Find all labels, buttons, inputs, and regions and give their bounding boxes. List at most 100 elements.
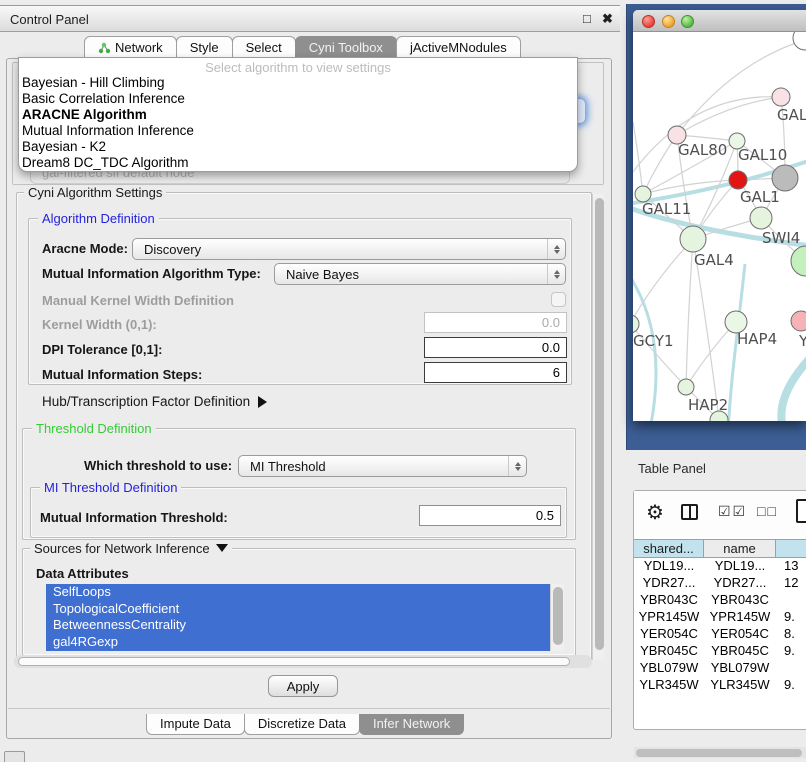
table-cell: YBL079W <box>634 660 704 677</box>
algorithm-option-basic-correlation-inference[interactable]: Basic Correlation Inference <box>19 91 577 107</box>
minimize-traffic-light[interactable] <box>662 15 675 28</box>
tab-jactivemnodules[interactable]: jActiveMNodules <box>396 36 521 59</box>
tab-impute-data[interactable]: Impute Data <box>146 714 245 735</box>
float-window-icon[interactable]: □ <box>583 11 591 26</box>
table-row[interactable]: YBR043CYBR043C <box>634 592 806 609</box>
manual-kernel-checkbox[interactable] <box>551 292 566 307</box>
algorithm-option-mutual-information-inference[interactable]: Mutual Information Inference <box>19 123 577 139</box>
network-node[interactable] <box>678 379 694 395</box>
spinner-arrows-icon <box>547 264 565 284</box>
panel-divider <box>8 708 610 709</box>
tab-select[interactable]: Select <box>232 36 296 59</box>
node-label-gal80: GAL80 <box>678 141 727 159</box>
attribute-item-selfloops[interactable]: SelfLoops <box>46 584 564 601</box>
tab-label: Infer Network <box>373 716 450 731</box>
node-label-y: Y <box>798 332 806 350</box>
network-node[interactable] <box>633 315 639 333</box>
dock-mini-button[interactable] <box>4 751 25 762</box>
table-row[interactable]: YER054CYER054C8. <box>634 626 806 643</box>
tab-discretize-data[interactable]: Discretize Data <box>244 714 360 735</box>
tab-cyni-toolbox[interactable]: Cyni Toolbox <box>295 36 397 59</box>
network-window-titlebar[interactable] <box>633 10 806 32</box>
table-row[interactable]: YDL19...YDL19...13 <box>634 558 806 575</box>
algorithm-option-dream8-dc-tdc-algorithm[interactable]: Dream8 DC_TDC Algorithm <box>19 155 577 171</box>
mi-threshold-field[interactable]: 0.5 <box>419 505 561 526</box>
document-icon[interactable] <box>796 499 806 523</box>
network-node[interactable] <box>750 207 772 229</box>
deselect-all-checkboxes-icon[interactable]: □□ <box>757 503 778 519</box>
tab-label: Discretize Data <box>258 716 346 731</box>
kernel-width-field[interactable]: 0.0 <box>424 312 567 333</box>
table-cell: YDL19... <box>704 558 776 575</box>
attributes-scroll-thumb[interactable] <box>553 587 563 645</box>
close-traffic-light[interactable] <box>642 15 655 28</box>
column-header-name[interactable]: name <box>704 539 776 558</box>
table-row[interactable]: YDR27...YDR27...12 <box>634 575 806 592</box>
column-header-col2[interactable] <box>776 539 806 558</box>
node-label-gal11: GAL11 <box>642 200 691 218</box>
kernel-width-label: Kernel Width (0,1): <box>42 317 157 332</box>
mi-type-value: Naive Bayes <box>286 267 359 282</box>
gear-icon[interactable]: ⚙ <box>646 500 664 525</box>
table-cell: 13 <box>776 558 806 575</box>
network-node[interactable] <box>793 32 806 50</box>
which-threshold-combo[interactable]: MI Threshold <box>238 455 527 477</box>
table-horizontal-scrollbar[interactable] <box>634 747 806 758</box>
mi-threshold-title: MI Threshold Definition <box>40 480 181 495</box>
algorithm-definition-title: Algorithm Definition <box>38 211 159 226</box>
settings-horizontal-scrollbar[interactable] <box>14 655 592 668</box>
table-row[interactable]: YIL052CYIL052C9. <box>634 694 806 697</box>
settings-hscroll-thumb[interactable] <box>18 657 570 666</box>
node-table: shared...name YDL19...YDL19...13YDR27...… <box>634 539 806 697</box>
table-body: YDL19...YDL19...13YDR27...YDR27...12YBR0… <box>634 558 806 697</box>
network-node[interactable] <box>729 171 747 189</box>
attribute-item-gal4rgexp[interactable]: gal4RGexp <box>46 634 564 651</box>
table-hscroll-thumb[interactable] <box>636 749 802 757</box>
select-all-checkboxes-icon[interactable]: ☑☑ <box>718 503 747 520</box>
mi-steps-field[interactable]: 6 <box>424 362 567 383</box>
algorithm-option-aracne-algorithm[interactable]: ARACNE Algorithm <box>19 107 577 123</box>
table-row[interactable]: YPR145WYPR145W9. <box>634 609 806 626</box>
table-cell: 9. <box>776 643 806 660</box>
control-panel-titlebar[interactable]: Control Panel □ ✖ <box>0 5 620 32</box>
tab-style[interactable]: Style <box>176 36 233 59</box>
table-cell: YBR043C <box>704 592 776 609</box>
attributes-scrollbar[interactable] <box>550 584 564 651</box>
aracne-mode-combo[interactable]: Discovery <box>132 238 566 260</box>
attribute-item-betweennesscentrality[interactable]: BetweennessCentrality <box>46 617 564 634</box>
attribute-item-topologicalcoefficient[interactable]: TopologicalCoefficient <box>46 601 564 618</box>
table-cell: YPR145W <box>704 609 776 626</box>
zoom-traffic-light[interactable] <box>681 15 694 28</box>
table-row[interactable]: YBL079WYBL079W <box>634 660 806 677</box>
network-edge <box>633 239 693 324</box>
mi-type-combo[interactable]: Naive Bayes <box>274 263 566 285</box>
node-label-hap4: HAP4 <box>737 330 777 348</box>
table-row[interactable]: YLR345WYLR345W9. <box>634 677 806 694</box>
data-attributes-list[interactable]: SelfLoopsTopologicalCoefficientBetweenne… <box>46 584 564 651</box>
sources-title[interactable]: Sources for Network Inference <box>30 541 232 556</box>
table-cell: YIL052C <box>634 694 704 697</box>
network-node[interactable] <box>772 88 790 106</box>
column-header-shared[interactable]: shared... <box>634 539 704 558</box>
network-node[interactable] <box>680 226 706 252</box>
which-threshold-value: MI Threshold <box>250 459 326 474</box>
algorithm-option-bayesian-k2[interactable]: Bayesian - K2 <box>19 139 577 155</box>
hub-definition-expander[interactable]: Hub/Transcription Factor Definition <box>42 394 267 409</box>
tab-infer-network[interactable]: Infer Network <box>359 714 464 735</box>
network-view-window[interactable]: GALGAL80GAL10GAL1GAL11SWI4GAL4GCY1HAP4YH… <box>633 10 806 421</box>
tab-label: Cyni Toolbox <box>309 40 383 55</box>
settings-vscroll-thumb[interactable] <box>595 198 604 650</box>
algorithm-option-bayesian-hill-climbing[interactable]: Bayesian - Hill Climbing <box>19 75 577 91</box>
columns-icon[interactable] <box>681 504 698 520</box>
settings-vertical-scrollbar[interactable] <box>592 194 604 660</box>
tab-network[interactable]: Network <box>84 36 177 59</box>
manual-kernel-label: Manual Kernel Width Definition <box>42 293 234 308</box>
table-cell: 8. <box>776 626 806 643</box>
table-cell <box>776 592 806 609</box>
table-row[interactable]: YBR045CYBR045C9. <box>634 643 806 660</box>
network-node[interactable] <box>791 311 806 331</box>
network-canvas[interactable]: GALGAL80GAL10GAL1GAL11SWI4GAL4GCY1HAP4YH… <box>633 32 806 421</box>
apply-button[interactable]: Apply <box>268 675 338 697</box>
close-window-icon[interactable]: ✖ <box>602 11 613 27</box>
dpi-tolerance-field[interactable]: 0.0 <box>424 337 567 358</box>
